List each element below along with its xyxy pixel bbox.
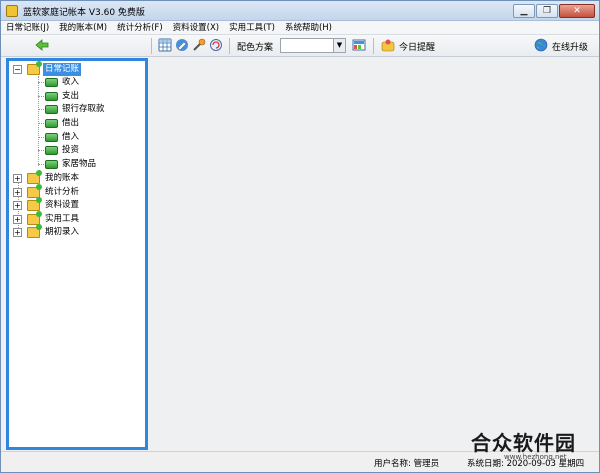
window-controls: ▁ ❐ ✕ bbox=[513, 4, 595, 18]
tree-item-expense[interactable]: 支出 bbox=[33, 90, 143, 103]
ledger-icon bbox=[45, 92, 58, 101]
online-upgrade-button[interactable]: 在线升级 bbox=[552, 40, 588, 53]
tree-root-settings[interactable]: + 资料设置 bbox=[13, 197, 143, 212]
table-icon[interactable] bbox=[158, 38, 172, 52]
ledger-icon bbox=[45, 133, 58, 142]
tree-item-label[interactable]: 家居物品 bbox=[62, 158, 96, 171]
ledger-icon bbox=[45, 119, 58, 128]
tree-item-invest[interactable]: 投资 bbox=[33, 144, 143, 157]
folder-icon bbox=[27, 61, 42, 75]
refresh-icon[interactable] bbox=[209, 38, 223, 52]
tree-item-lend[interactable]: 借出 bbox=[33, 117, 143, 130]
close-button[interactable]: ✕ bbox=[559, 4, 595, 18]
minimize-icon: ▁ bbox=[520, 6, 528, 16]
tree-item-label[interactable]: 银行存取款 bbox=[62, 103, 105, 116]
toolbar-separator bbox=[151, 38, 152, 54]
today-reminder-button[interactable]: 今日提醒 bbox=[399, 40, 435, 53]
color-scheme-label: 配色方案 bbox=[237, 43, 274, 53]
expand-toggle-icon[interactable]: + bbox=[13, 201, 22, 210]
title-bar[interactable]: 蓝软家庭记帐本 V3.60 免费版 ▁ ❐ ✕ bbox=[1, 1, 599, 21]
menu-bar: 日常记账(J) 我的账本(M) 统计分析(F) 资料设置(X) 实用工具(T) … bbox=[1, 21, 599, 35]
color-scheme-select[interactable]: ▼ bbox=[280, 38, 346, 53]
reminder-icon[interactable] bbox=[381, 38, 395, 52]
globe-icon[interactable] bbox=[534, 38, 548, 52]
app-icon bbox=[6, 5, 18, 17]
tree-root-opening[interactable]: + 期初录入 bbox=[13, 224, 143, 239]
expand-toggle-icon[interactable]: + bbox=[13, 188, 22, 197]
close-icon: ✕ bbox=[573, 6, 581, 16]
edit-icon[interactable] bbox=[175, 38, 189, 52]
menu-tools[interactable]: 实用工具(T) bbox=[224, 21, 280, 34]
tree-item-label[interactable]: 收入 bbox=[62, 76, 79, 89]
ledger-icon bbox=[45, 105, 58, 114]
menu-settings[interactable]: 资料设置(X) bbox=[168, 21, 224, 34]
window-title: 蓝软家庭记帐本 V3.60 免费版 bbox=[23, 8, 145, 18]
tree-root-statistics[interactable]: + 统计分析 bbox=[13, 184, 143, 199]
folder-icon bbox=[27, 224, 42, 238]
tree-root-label[interactable]: 资料设置 bbox=[45, 199, 79, 212]
tree-root-label[interactable]: 实用工具 bbox=[45, 213, 79, 226]
chevron-down-icon[interactable]: ▼ bbox=[333, 39, 345, 52]
tree-item-label[interactable]: 借出 bbox=[62, 117, 79, 130]
menu-daily[interactable]: 日常记账(J) bbox=[1, 21, 54, 34]
ledger-icon bbox=[45, 160, 58, 169]
menu-help[interactable]: 系统帮助(H) bbox=[280, 21, 337, 34]
app-window: 蓝软家庭记帐本 V3.60 免费版 ▁ ❐ ✕ 日常记账(J) 我的账本(M) … bbox=[0, 0, 600, 473]
tree-item-bank[interactable]: 银行存取款 bbox=[33, 103, 143, 116]
tree-item-label[interactable]: 借入 bbox=[62, 131, 79, 144]
expand-toggle-icon[interactable]: + bbox=[13, 228, 22, 237]
tree-root-tools[interactable]: + 实用工具 bbox=[13, 211, 143, 226]
tools-icon[interactable] bbox=[192, 38, 206, 52]
minimize-button[interactable]: ▁ bbox=[513, 4, 535, 18]
tree-item-borrow[interactable]: 借入 bbox=[33, 131, 143, 144]
restore-button[interactable]: ❐ bbox=[536, 4, 558, 18]
restore-icon: ❐ bbox=[542, 6, 552, 16]
tree-root-daily[interactable]: − 日常记账 bbox=[13, 61, 143, 76]
expand-toggle-icon[interactable]: + bbox=[13, 174, 22, 183]
watermark-text: 合众软件园 bbox=[471, 431, 576, 455]
ledger-icon bbox=[45, 146, 58, 155]
folder-icon bbox=[27, 170, 42, 184]
tree-root-my-book[interactable]: + 我的账本 bbox=[13, 170, 143, 185]
palette-icon[interactable] bbox=[352, 38, 366, 52]
tree-root-label[interactable]: 期初录入 bbox=[45, 226, 79, 239]
tree-root-label[interactable]: 我的账本 bbox=[45, 172, 79, 185]
tree-item-income[interactable]: 收入 bbox=[33, 76, 143, 89]
menu-my-book[interactable]: 我的账本(M) bbox=[54, 21, 112, 34]
watermark-url: www.hezhong.net bbox=[504, 453, 567, 461]
menu-statistics[interactable]: 统计分析(F) bbox=[112, 21, 168, 34]
status-user: 用户名称: 管理员 bbox=[374, 459, 440, 469]
navigation-tree-panel: − 日常记账 收入 支出 银行存取款 借出 借入 投资 家居物品 + 我的账本 … bbox=[6, 58, 148, 450]
expand-toggle-icon[interactable]: + bbox=[13, 215, 22, 224]
toolbar-separator bbox=[373, 38, 374, 54]
folder-icon bbox=[27, 197, 42, 211]
tree-item-label[interactable]: 投资 bbox=[62, 144, 79, 157]
ledger-icon bbox=[45, 78, 58, 87]
tree-item-household[interactable]: 家居物品 bbox=[33, 158, 143, 171]
toolbar: 配色方案 ▼ 今日提醒 在线升级 bbox=[1, 35, 599, 57]
back-arrow-icon[interactable] bbox=[35, 39, 49, 51]
tree-root-label[interactable]: 日常记账 bbox=[43, 63, 82, 76]
toolbar-separator bbox=[229, 38, 230, 54]
main-content-area bbox=[150, 58, 599, 450]
tree-item-label[interactable]: 支出 bbox=[62, 90, 79, 103]
collapse-toggle-icon[interactable]: − bbox=[13, 65, 22, 74]
tree-root-label[interactable]: 统计分析 bbox=[45, 186, 79, 199]
